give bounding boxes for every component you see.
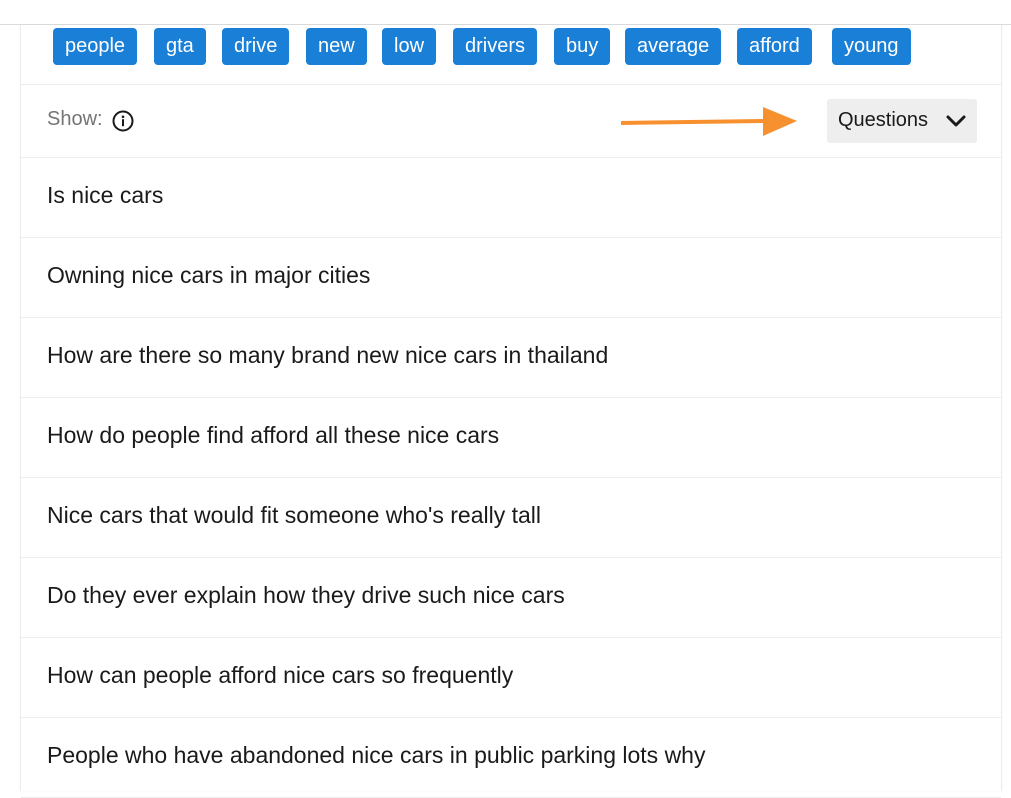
- question-text: How are there so many brand new nice car…: [47, 342, 609, 368]
- chevron-down-icon: [945, 112, 967, 130]
- list-item[interactable]: How can people afford nice cars so frequ…: [21, 638, 1001, 718]
- tag-gta[interactable]: gta: [154, 28, 206, 65]
- list-item[interactable]: People who have abandoned nice cars in p…: [21, 718, 1001, 798]
- list-item[interactable]: Owning nice cars in major cities: [21, 238, 1001, 318]
- list-item[interactable]: How are there so many brand new nice car…: [21, 318, 1001, 398]
- results-card: people gta drive new low drivers buy ave…: [20, 25, 1002, 798]
- list-item[interactable]: How do people find afford all these nice…: [21, 398, 1001, 478]
- info-icon[interactable]: [112, 110, 134, 132]
- tag-filter-bar: people gta drive new low drivers buy ave…: [21, 25, 1001, 85]
- question-text: Do they ever explain how they drive such…: [47, 582, 565, 608]
- top-bar: [0, 0, 1011, 25]
- question-text: People who have abandoned nice cars in p…: [47, 742, 706, 768]
- question-text: Is nice cars: [47, 182, 164, 208]
- question-list: Is nice cars Owning nice cars in major c…: [21, 158, 1001, 798]
- tag-drivers[interactable]: drivers: [453, 28, 538, 65]
- tag-people[interactable]: people: [53, 28, 138, 65]
- list-item[interactable]: Is nice cars: [21, 158, 1001, 238]
- tag-low[interactable]: low: [382, 28, 437, 65]
- dropdown-selected-value: Questions: [838, 109, 929, 131]
- arrow-right-icon: [619, 105, 799, 139]
- tag-young[interactable]: young: [832, 28, 911, 65]
- show-label: Show:: [47, 108, 103, 130]
- question-text: How can people afford nice cars so frequ…: [47, 662, 514, 688]
- tag-afford[interactable]: afford: [737, 28, 812, 65]
- tag-drive[interactable]: drive: [222, 28, 290, 65]
- content-type-dropdown[interactable]: Questions: [827, 99, 977, 143]
- question-text: How do people find afford all these nice…: [47, 422, 500, 448]
- question-text: Owning nice cars in major cities: [47, 262, 371, 288]
- tag-average[interactable]: average: [625, 28, 722, 65]
- tag-buy[interactable]: buy: [554, 28, 611, 65]
- tag-new[interactable]: new: [306, 28, 367, 65]
- list-item[interactable]: Nice cars that would fit someone who's r…: [21, 478, 1001, 558]
- question-text: Nice cars that would fit someone who's r…: [47, 502, 541, 528]
- list-item[interactable]: Do they ever explain how they drive such…: [21, 558, 1001, 638]
- show-filter-row: Show: Questions: [21, 85, 1001, 158]
